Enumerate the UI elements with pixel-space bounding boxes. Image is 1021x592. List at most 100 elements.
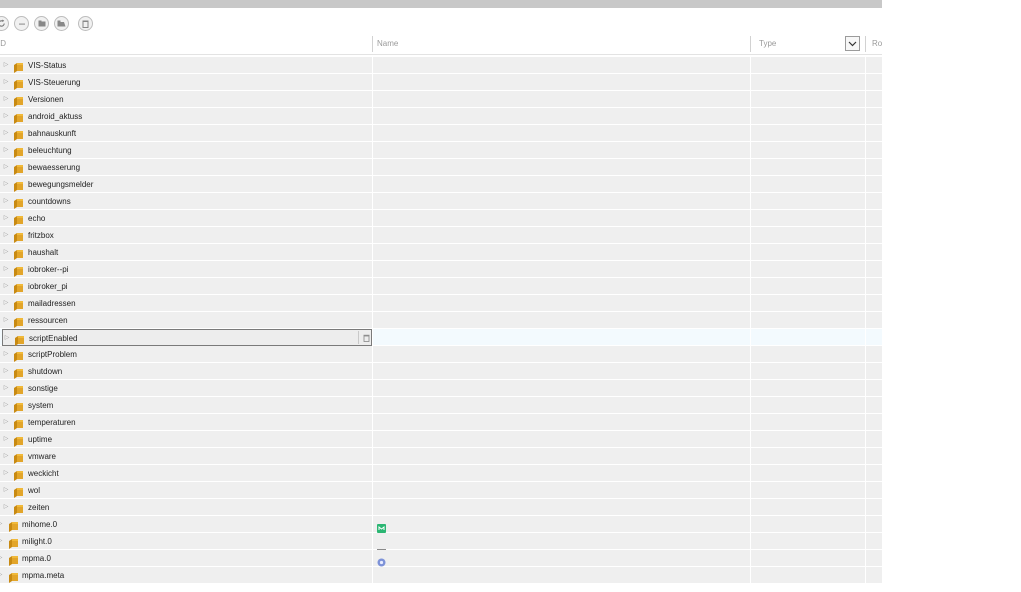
expand-arrow-icon[interactable]: ▷ xyxy=(0,533,4,550)
id-cell[interactable]: ▷ zeiten xyxy=(0,499,372,516)
id-cell[interactable]: ▷ weckicht xyxy=(0,465,372,482)
expand-arrow-icon[interactable]: ▷ xyxy=(2,244,10,261)
delete-icon[interactable] xyxy=(78,16,93,31)
type-filter-dropdown[interactable] xyxy=(845,36,860,51)
table-row[interactable]: ▷ system xyxy=(0,397,882,414)
table-row[interactable]: ▷ milight.0 xyxy=(0,533,882,551)
expand-arrow-icon[interactable]: ▷ xyxy=(2,125,10,142)
id-cell[interactable]: ▷ iobroker_pi xyxy=(0,278,372,295)
table-row[interactable]: ▷ wol xyxy=(0,482,882,499)
table-row[interactable]: ▷ vmware xyxy=(0,448,882,465)
id-cell[interactable]: ▷ mihome.0 xyxy=(0,516,372,533)
expand-arrow-icon[interactable]: ▷ xyxy=(2,142,10,159)
table-row[interactable]: ▷ mailadressen xyxy=(0,295,882,312)
table-row[interactable]: ▷ Versionen xyxy=(0,91,882,108)
column-header-role[interactable]: Rol xyxy=(872,34,882,54)
expand-arrow-icon[interactable]: ▷ xyxy=(2,57,10,74)
table-row[interactable]: ▷ countdowns xyxy=(0,193,882,210)
column-resizer[interactable] xyxy=(865,36,866,52)
id-cell[interactable]: ▷ Versionen xyxy=(0,91,372,108)
expand-arrow-icon[interactable]: ▷ xyxy=(2,380,10,397)
id-cell[interactable]: ▷ milight.0 xyxy=(0,533,372,550)
expand-arrow-icon[interactable]: ▷ xyxy=(2,261,10,278)
table-row[interactable]: ▷ sonstige xyxy=(0,380,882,397)
minus-icon[interactable] xyxy=(14,16,29,31)
expand-arrow-icon[interactable]: ▷ xyxy=(2,431,10,448)
table-row[interactable]: ▷ uptime xyxy=(0,431,882,448)
id-cell[interactable]: ▷ uptime xyxy=(0,431,372,448)
id-cell[interactable]: ▷ echo xyxy=(0,210,372,227)
table-row[interactable]: ▷ iobroker_pi xyxy=(0,278,882,295)
expand-arrow-icon[interactable]: ▷ xyxy=(2,312,10,329)
id-cell[interactable]: ▷ iobroker--pi xyxy=(0,261,372,278)
id-cell[interactable]: ▷ mpma.meta xyxy=(0,567,372,584)
expand-arrow-icon[interactable]: ▷ xyxy=(2,448,10,465)
expand-arrow-icon[interactable]: ▷ xyxy=(2,363,10,380)
expand-arrow-icon[interactable]: ▷ xyxy=(2,91,10,108)
id-cell[interactable]: ▷ scriptProblem xyxy=(0,346,372,363)
table-row[interactable]: ▷ VIS-Steuerung xyxy=(0,74,882,91)
id-cell[interactable]: ▷ temperaturen xyxy=(0,414,372,431)
id-cell[interactable]: ▷ haushalt xyxy=(0,244,372,261)
table-row[interactable]: ▷ iobroker--pi xyxy=(0,261,882,278)
column-resizer[interactable] xyxy=(750,36,751,52)
id-cell[interactable]: ▷ bewegungsmelder xyxy=(0,176,372,193)
expand-arrow-icon[interactable]: ▷ xyxy=(2,499,10,516)
expand-arrow-icon[interactable]: ▷ xyxy=(2,397,10,414)
expand-arrow-icon[interactable]: ▷ xyxy=(2,108,10,125)
table-row[interactable]: ▷ weckicht xyxy=(0,465,882,482)
table-row[interactable]: ▷ scriptProblem xyxy=(0,346,882,363)
id-cell[interactable]: ▷ fritzbox xyxy=(0,227,372,244)
id-cell[interactable]: ▷ system xyxy=(0,397,372,414)
expand-arrow-icon[interactable]: ▷ xyxy=(2,295,10,312)
id-cell[interactable]: ▷ android_aktuss xyxy=(0,108,372,125)
table-row[interactable]: ▷ fritzbox xyxy=(0,227,882,244)
table-row[interactable]: ▷ zeiten xyxy=(0,499,882,516)
id-cell[interactable]: ▷ sonstige xyxy=(0,380,372,397)
expand-arrow-icon[interactable]: ▷ xyxy=(2,193,10,210)
id-cell[interactable]: ▷ ressourcen xyxy=(0,312,372,329)
id-cell[interactable]: ▷ mailadressen xyxy=(0,295,372,312)
table-row[interactable]: ▷ haushalt xyxy=(0,244,882,261)
table-row[interactable]: ▷ scriptEnabled xyxy=(0,329,882,346)
expand-arrow-icon[interactable]: ▷ xyxy=(2,227,10,244)
id-cell[interactable]: ▷ vmware xyxy=(0,448,372,465)
table-row[interactable]: ▷ VIS-Status xyxy=(0,57,882,74)
table-row[interactable]: ▷ beleuchtung xyxy=(0,142,882,159)
column-header-type[interactable]: Type xyxy=(759,34,776,54)
id-cell[interactable]: ▷ countdowns xyxy=(0,193,372,210)
expand-arrow-icon[interactable]: ▷ xyxy=(2,74,10,91)
expand-arrow-icon[interactable]: ▷ xyxy=(3,330,11,347)
id-cell[interactable]: ▷ bewaesserung xyxy=(0,159,372,176)
expand-arrow-icon[interactable]: ▷ xyxy=(2,176,10,193)
table-row[interactable]: ▷ temperaturen xyxy=(0,414,882,431)
refresh-icon[interactable] xyxy=(0,16,9,31)
expand-arrow-icon[interactable]: ▷ xyxy=(2,278,10,295)
folder-open-icon[interactable] xyxy=(54,16,69,31)
table-row[interactable]: ▷ mpma.0 xyxy=(0,550,882,567)
column-resizer[interactable] xyxy=(372,36,373,52)
column-header-id[interactable]: ID xyxy=(0,34,6,54)
table-row[interactable]: ▷ shutdown xyxy=(0,363,882,380)
folder-icon[interactable] xyxy=(34,16,49,31)
id-cell[interactable]: ▷ VIS-Steuerung xyxy=(0,74,372,91)
expand-arrow-icon[interactable]: ▷ xyxy=(2,346,10,363)
table-row[interactable]: ▷ bewegungsmelder xyxy=(0,176,882,193)
table-row[interactable]: ▷ mihome.0 xyxy=(0,516,882,533)
table-row[interactable]: ▷ ressourcen xyxy=(0,312,882,329)
expand-arrow-icon[interactable]: ▷ xyxy=(2,159,10,176)
id-cell[interactable]: ▷ bahnauskunft xyxy=(0,125,372,142)
table-row[interactable]: ▷ android_aktuss xyxy=(0,108,882,125)
expand-arrow-icon[interactable]: ▷ xyxy=(0,516,4,533)
table-row[interactable]: ▷ echo xyxy=(0,210,882,227)
id-cell[interactable]: ▷ shutdown xyxy=(0,363,372,380)
expand-arrow-icon[interactable]: ▷ xyxy=(2,210,10,227)
id-cell[interactable]: ▷ wol xyxy=(0,482,372,499)
id-cell[interactable]: ▷ scriptEnabled xyxy=(2,329,372,346)
column-header-name[interactable]: Name xyxy=(377,34,398,54)
expand-arrow-icon[interactable]: ▷ xyxy=(2,465,10,482)
table-row[interactable]: ▷ mpma.meta xyxy=(0,567,882,584)
id-cell[interactable]: ▷ beleuchtung xyxy=(0,142,372,159)
trash-icon[interactable] xyxy=(358,331,373,344)
expand-arrow-icon[interactable]: ▷ xyxy=(2,482,10,499)
